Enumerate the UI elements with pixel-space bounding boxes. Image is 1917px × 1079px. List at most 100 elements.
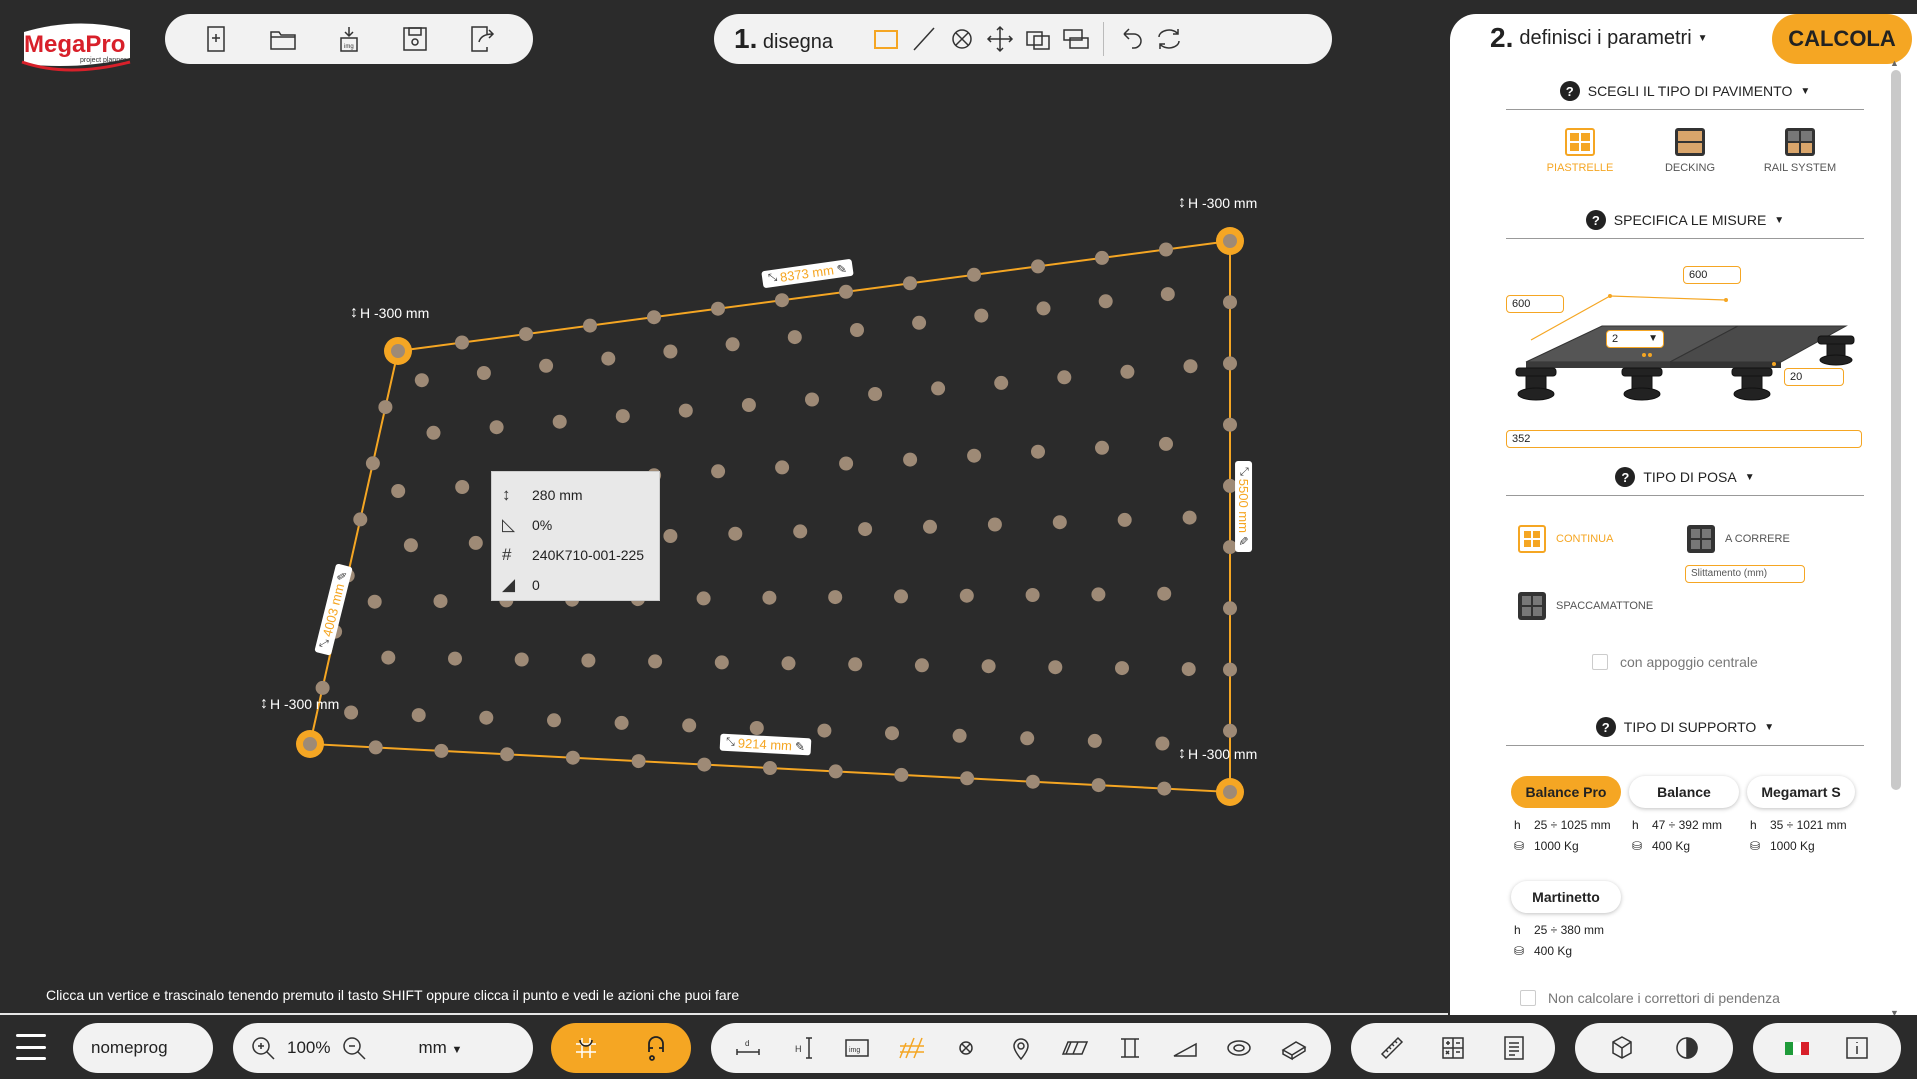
edit-pencil-icon[interactable]: ✎	[334, 569, 350, 582]
support-point[interactable]	[647, 310, 661, 325]
block-layer-icon[interactable]	[1276, 1030, 1312, 1066]
posa-continua[interactable]: CONTINUA	[1518, 525, 1613, 553]
support-point[interactable]	[663, 529, 678, 543]
edit-pencil-icon[interactable]: ✎	[1237, 536, 1251, 546]
support-point[interactable]	[894, 767, 909, 782]
support-point[interactable]	[378, 400, 393, 415]
obstacle-layer-icon[interactable]	[948, 1030, 984, 1066]
section-misure[interactable]: ? SPECIFICA LE MISURE ▼	[1506, 210, 1864, 239]
support-point[interactable]	[781, 656, 796, 671]
support-point[interactable]	[828, 590, 843, 605]
image-layer-icon[interactable]: img	[839, 1030, 875, 1066]
support-point[interactable]	[912, 315, 927, 330]
height-marker-icon[interactable]: H	[785, 1030, 821, 1066]
support-point[interactable]	[793, 524, 808, 539]
project-name-field[interactable]: nomeprog	[73, 1023, 213, 1073]
beam-layer-icon[interactable]	[1112, 1030, 1148, 1066]
support-point[interactable]	[414, 373, 429, 388]
support-point[interactable]	[514, 652, 529, 667]
posa-a-correre[interactable]: A CORRERE	[1687, 525, 1790, 553]
support-point[interactable]	[697, 757, 712, 772]
save-icon[interactable]	[396, 20, 434, 58]
support-point[interactable]	[403, 538, 418, 553]
support-point[interactable]	[1057, 370, 1072, 385]
support-point[interactable]	[519, 327, 533, 342]
support-point[interactable]	[1159, 242, 1173, 257]
support-point[interactable]	[381, 650, 396, 665]
support-point[interactable]	[775, 460, 790, 475]
ruler-icon[interactable]	[1374, 1030, 1410, 1066]
support-point[interactable]	[1098, 294, 1113, 309]
support-point[interactable]	[1157, 586, 1172, 601]
support-point[interactable]	[365, 456, 380, 471]
support-point[interactable]	[1223, 295, 1237, 310]
support-point[interactable]	[615, 409, 630, 424]
support-point[interactable]	[433, 594, 448, 609]
move-tool-icon[interactable]	[981, 20, 1019, 58]
support-point[interactable]	[981, 659, 996, 674]
support-point[interactable]	[1095, 250, 1109, 265]
support-point[interactable]	[974, 308, 989, 323]
tile-thickness-field[interactable]: 20	[1784, 368, 1844, 386]
support-point[interactable]	[552, 414, 567, 429]
edit-pencil-icon[interactable]: ✎	[836, 261, 848, 276]
total-height-field[interactable]: 352	[1506, 430, 1862, 448]
support-point[interactable]	[1036, 301, 1051, 316]
support-point[interactable]	[344, 705, 359, 720]
floor-type-piastrelle[interactable]: PIASTRELLE	[1530, 128, 1630, 174]
support-point[interactable]	[547, 713, 561, 728]
report-icon[interactable]	[1496, 1030, 1532, 1066]
support-point[interactable]	[1183, 359, 1198, 374]
floor-type-rail-system[interactable]: RAIL SYSTEM	[1750, 128, 1850, 174]
support-point[interactable]	[1182, 510, 1197, 525]
support-point[interactable]	[489, 420, 504, 435]
joint-select[interactable]: 2 ▼	[1606, 330, 1664, 348]
zoom-in-icon[interactable]	[245, 1030, 281, 1066]
slittamento-input[interactable]: Slittamento (mm)	[1685, 565, 1805, 583]
checkbox-box[interactable]	[1592, 654, 1608, 670]
location-pin-icon[interactable]	[1003, 1030, 1039, 1066]
support-point[interactable]	[858, 522, 873, 537]
central-support-checkbox[interactable]: con appoggio centrale	[1592, 654, 1758, 670]
support-point[interactable]	[817, 723, 832, 738]
support-point[interactable]	[1091, 587, 1106, 602]
support-point[interactable]	[894, 589, 908, 604]
rectangle-tool-icon[interactable]	[867, 20, 905, 58]
support-point[interactable]	[448, 651, 462, 666]
support-point[interactable]	[411, 708, 426, 723]
support-point[interactable]	[711, 301, 725, 316]
support-point[interactable]	[479, 710, 494, 725]
support-point[interactable]	[1120, 364, 1135, 379]
support-point[interactable]	[994, 375, 1009, 390]
floor-type-decking[interactable]: DECKING	[1640, 128, 1740, 174]
support-point[interactable]	[728, 526, 743, 541]
support-point[interactable]	[678, 403, 693, 418]
italian-flag-icon[interactable]	[1779, 1030, 1815, 1066]
drain-layer-icon[interactable]	[1221, 1030, 1257, 1066]
support-point[interactable]	[987, 517, 1002, 532]
support-point[interactable]	[914, 658, 929, 673]
params-step-title[interactable]: 2. definisci i parametri ▼	[1490, 22, 1708, 54]
support-point[interactable]	[741, 398, 756, 412]
support-point[interactable]	[828, 764, 843, 779]
support-point[interactable]	[714, 655, 729, 670]
support-point[interactable]	[434, 743, 449, 758]
support-point[interactable]	[631, 754, 646, 769]
help-icon[interactable]: ?	[1615, 467, 1636, 487]
support-point[interactable]	[581, 653, 596, 668]
plan-drawing[interactable]	[0, 80, 1448, 1015]
drawing-canvas[interactable]: ↕ H -300 mm ↕ H -300 mm ↕ H -300 mm ↕ H -300…	[0, 80, 1448, 1015]
support-point[interactable]	[805, 392, 819, 407]
support-point[interactable]	[315, 680, 330, 695]
help-icon[interactable]: ?	[1585, 210, 1606, 230]
open-folder-icon[interactable]	[264, 20, 302, 58]
support-point[interactable]	[960, 771, 975, 786]
support-point[interactable]	[1020, 731, 1035, 746]
tile-width-field[interactable]: 600	[1683, 266, 1741, 284]
support-point[interactable]	[848, 657, 863, 672]
support-point[interactable]	[787, 330, 802, 345]
support-point[interactable]	[1223, 662, 1237, 677]
support-point[interactable]	[967, 267, 981, 282]
dimension-tag-right[interactable]: ⤡ 5500 mm ✎	[1235, 460, 1253, 553]
support-point[interactable]	[1091, 778, 1106, 793]
